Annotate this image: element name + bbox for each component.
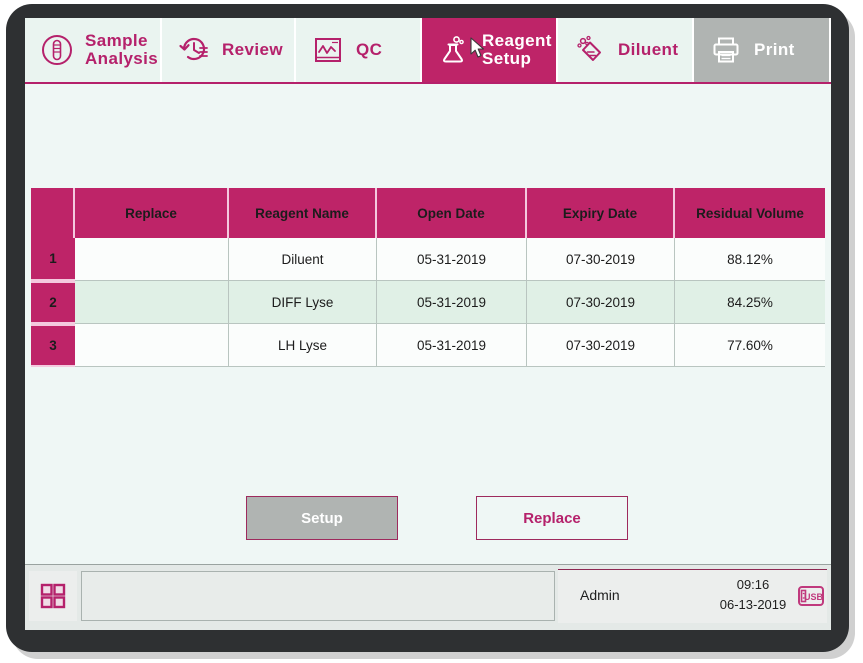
cell-reagent-name: DIFF Lyse <box>229 281 377 324</box>
row-index: 2 <box>31 281 75 324</box>
reagent-table: Replace Reagent Name Open Date Expiry Da… <box>31 188 825 367</box>
table-row[interactable]: 1 Diluent 05-31-2019 07-30-2019 88.12% <box>31 238 825 281</box>
row-index: 1 <box>31 238 75 281</box>
column-header-open-date: Open Date <box>377 188 527 238</box>
tab-label: Sample Analysis <box>85 31 159 68</box>
printer-icon <box>708 32 744 68</box>
screen: Sample Analysis Review QC Reagent Setup … <box>25 18 831 630</box>
cell-residual-volume: 84.25% <box>675 281 825 324</box>
cell-residual-volume: 88.12% <box>675 238 825 281</box>
table-row[interactable]: 3 LH Lyse 05-31-2019 07-30-2019 77.60% <box>31 324 825 367</box>
status-info-panel: Admin 09:16 06-13-2019 USB <box>558 569 827 623</box>
tab-print[interactable]: Print <box>694 18 829 82</box>
table-body: 1 Diluent 05-31-2019 07-30-2019 88.12% 2… <box>31 238 825 367</box>
cell-open-date: 05-31-2019 <box>377 238 527 281</box>
cell-replace[interactable] <box>75 324 229 367</box>
tab-label: Review <box>222 40 283 60</box>
status-message-area <box>81 571 555 621</box>
tab-reagent-setup[interactable]: Reagent Setup <box>422 18 558 82</box>
table-header-row: Replace Reagent Name Open Date Expiry Da… <box>31 188 825 238</box>
status-bar: Admin 09:16 06-13-2019 USB <box>25 564 831 630</box>
cell-replace[interactable] <box>75 281 229 324</box>
column-header-index <box>31 188 75 238</box>
cell-open-date: 05-31-2019 <box>377 324 527 367</box>
column-header-expiry-date: Expiry Date <box>527 188 675 238</box>
table-row[interactable]: 2 DIFF Lyse 05-31-2019 07-30-2019 84.25% <box>31 281 825 324</box>
tab-qc[interactable]: QC <box>296 18 422 82</box>
tab-label: Diluent <box>618 40 679 60</box>
tab-label: QC <box>356 40 383 60</box>
replace-button[interactable]: Replace <box>476 496 628 540</box>
cell-open-date: 05-31-2019 <box>377 281 527 324</box>
cell-expiry-date: 07-30-2019 <box>527 324 675 367</box>
action-button-row: Setup Replace <box>25 496 831 540</box>
flask-icon <box>436 32 472 68</box>
diluent-tag-icon <box>572 32 608 68</box>
tab-label: Print <box>754 40 795 60</box>
cell-reagent-name: LH Lyse <box>229 324 377 367</box>
device-bezel: Sample Analysis Review QC Reagent Setup … <box>6 4 849 652</box>
table-header: Replace Reagent Name Open Date Expiry Da… <box>31 188 825 238</box>
grid-menu-icon[interactable] <box>29 571 77 621</box>
tab-label: Reagent Setup <box>482 31 552 68</box>
column-header-replace: Replace <box>75 188 229 238</box>
clock-time: 09:16 <box>736 577 770 592</box>
cell-expiry-date: 07-30-2019 <box>527 238 675 281</box>
usb-icon[interactable]: USB <box>798 585 824 607</box>
chart-frame-icon <box>310 32 346 68</box>
cell-expiry-date: 07-30-2019 <box>527 281 675 324</box>
cell-reagent-name: Diluent <box>229 238 377 281</box>
current-user-label: Admin <box>580 587 620 603</box>
clock-date: 06-13-2019 <box>719 597 787 612</box>
cell-replace[interactable] <box>75 238 229 281</box>
column-header-reagent-name: Reagent Name <box>229 188 377 238</box>
svg-text:USB: USB <box>804 592 824 602</box>
tab-sample-analysis[interactable]: Sample Analysis <box>25 18 162 82</box>
tab-review[interactable]: Review <box>162 18 296 82</box>
row-index: 3 <box>31 324 75 367</box>
test-tube-icon <box>39 32 75 68</box>
main-tab-bar: Sample Analysis Review QC Reagent Setup … <box>25 18 831 82</box>
history-clock-icon <box>176 32 212 68</box>
reagent-setup-panel: Replace Reagent Name Open Date Expiry Da… <box>25 84 831 564</box>
column-header-residual-volume: Residual Volume <box>675 188 825 238</box>
cell-residual-volume: 77.60% <box>675 324 825 367</box>
setup-button[interactable]: Setup <box>246 496 398 540</box>
tab-diluent[interactable]: Diluent <box>558 18 694 82</box>
